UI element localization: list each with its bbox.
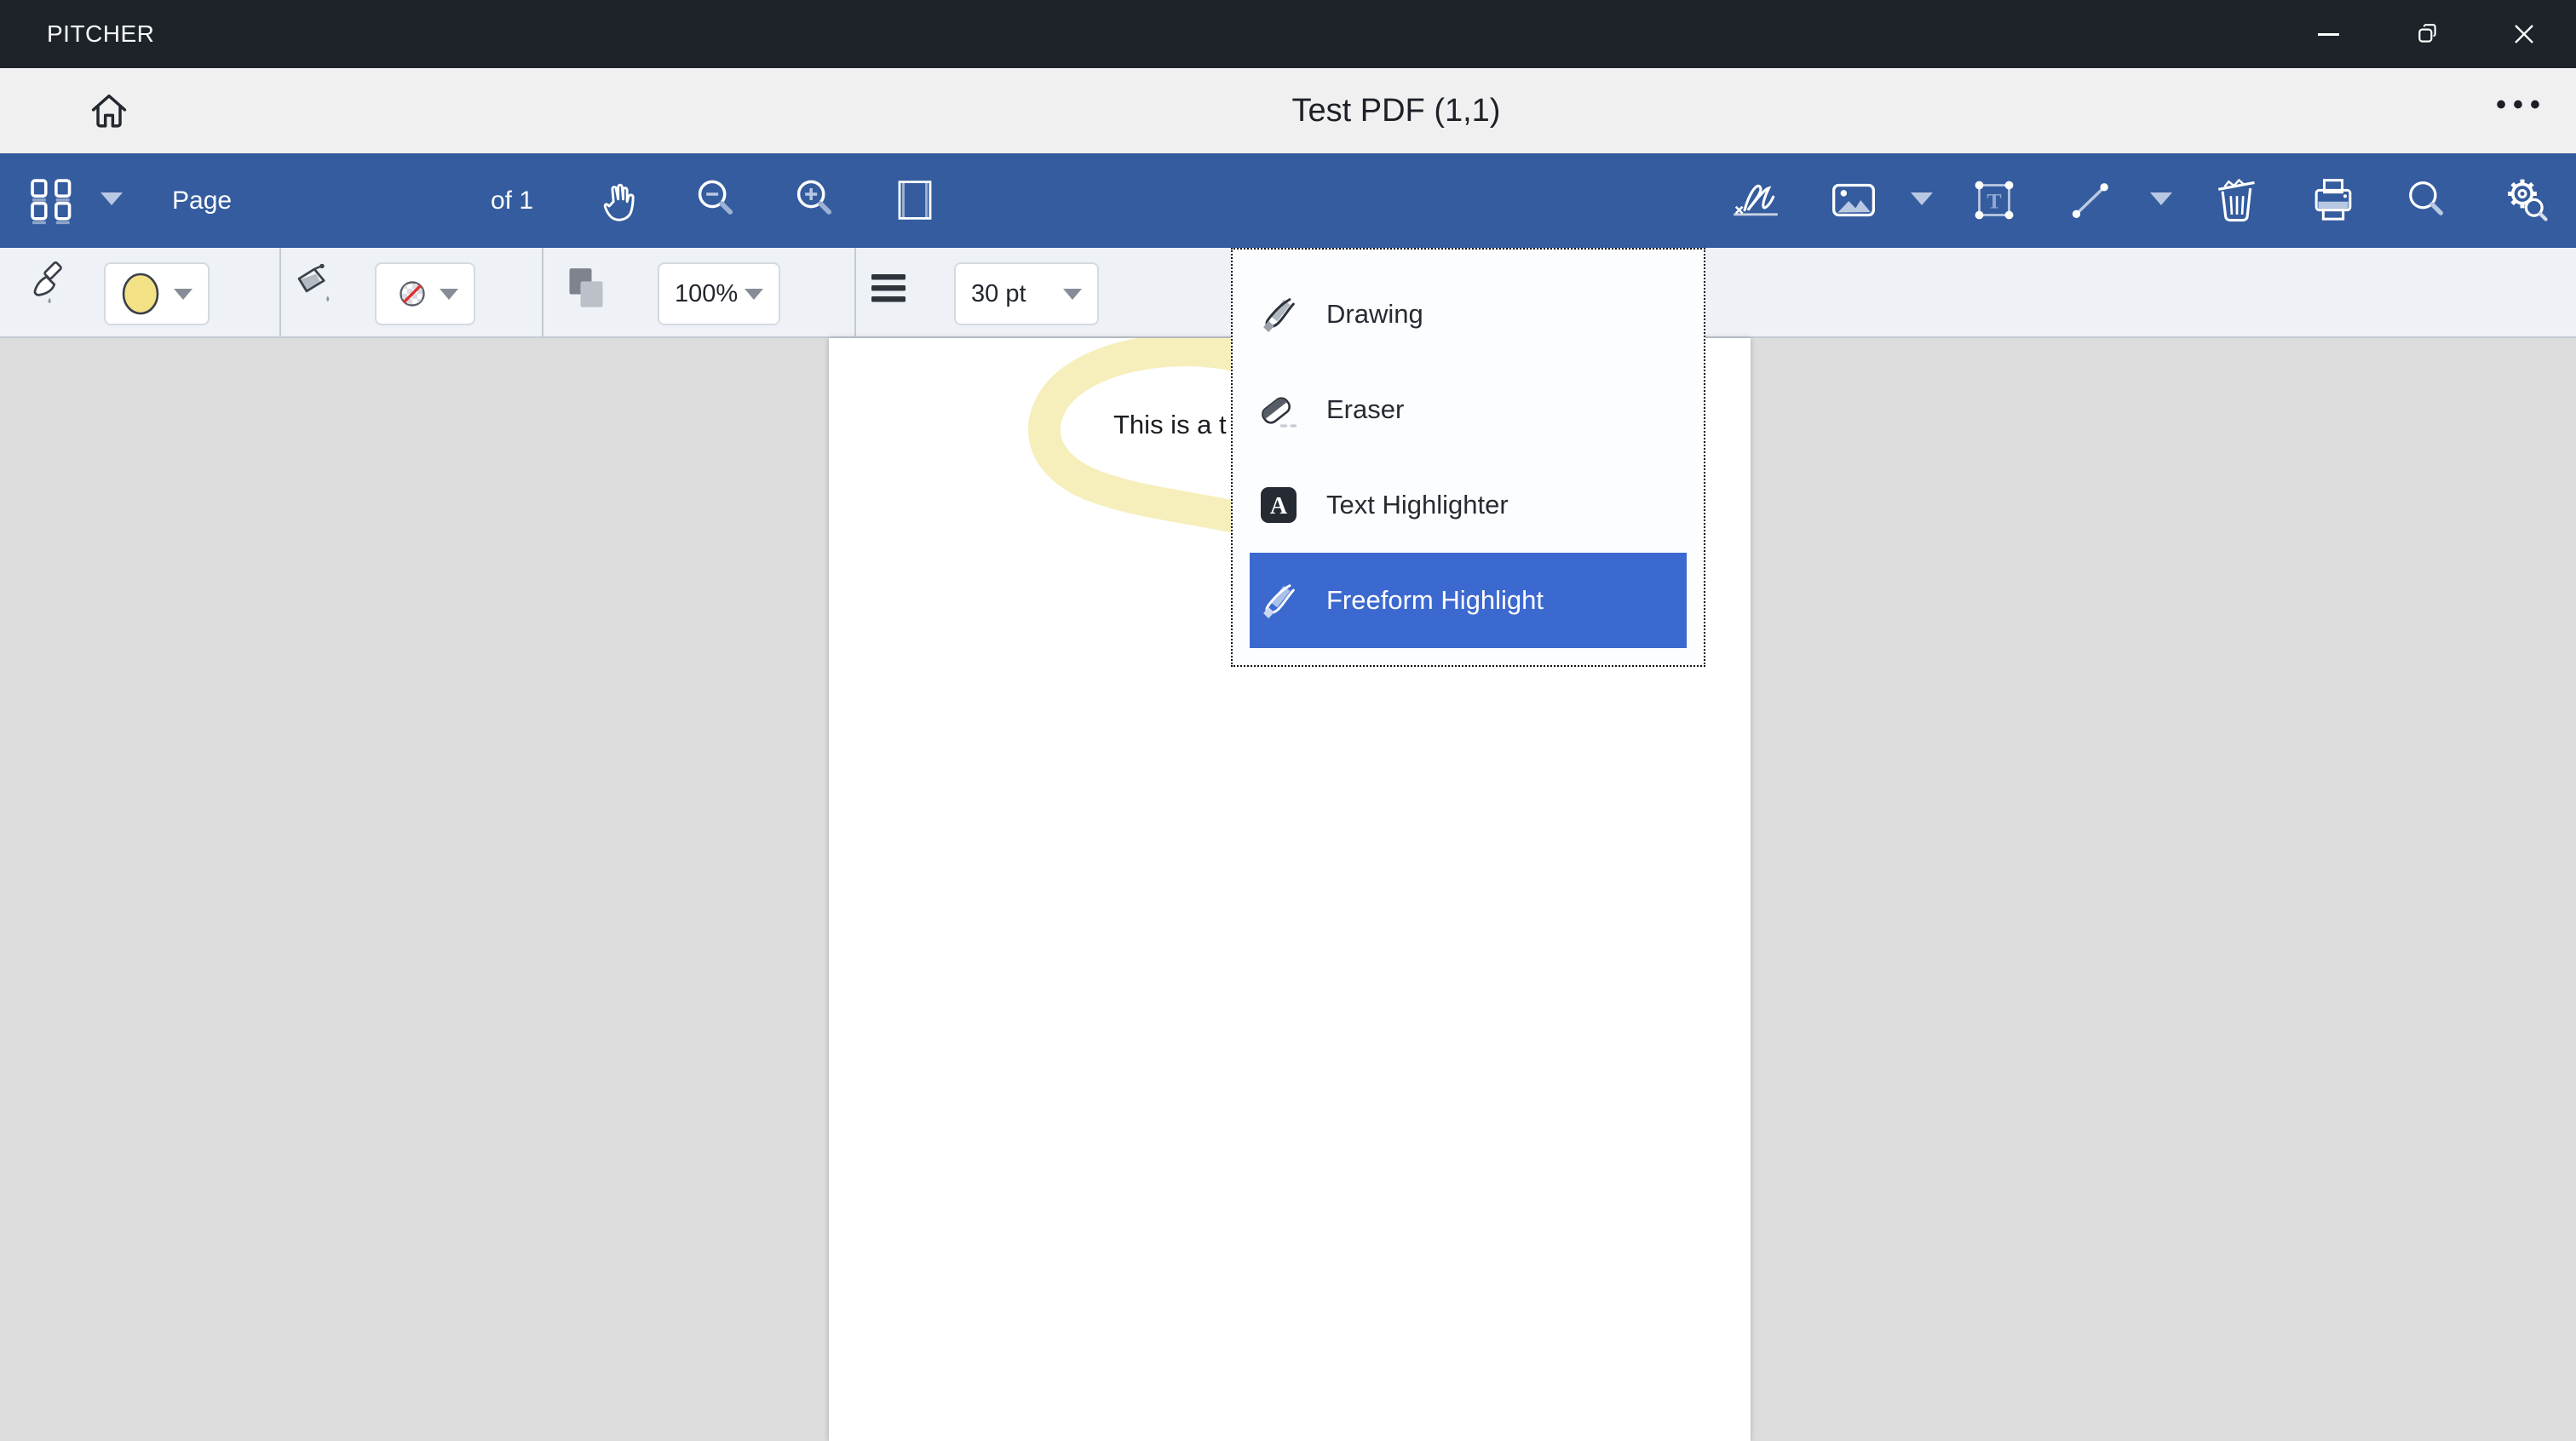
page-label: Page — [172, 153, 232, 248]
svg-text:T: T — [1987, 188, 2001, 213]
dropdown-caret-icon — [1911, 192, 1933, 205]
highlighter-tool-menu: Drawing Eraser A Text — [1231, 248, 1705, 667]
close-icon — [2513, 23, 2535, 45]
dropdown-caret-icon — [745, 289, 763, 300]
drawing-icon — [1256, 292, 1301, 336]
fit-page-icon — [892, 177, 938, 223]
grid-view-icon — [27, 175, 77, 225]
restore-button[interactable] — [2389, 0, 2467, 68]
line-caret-button[interactable] — [2150, 192, 2172, 205]
line-tool-icon — [2067, 176, 2115, 224]
dropdown-caret-icon — [1063, 289, 1082, 300]
signature-icon — [1729, 174, 1782, 227]
fill-color-picker[interactable] — [375, 262, 475, 325]
opacity-value: 100% — [675, 280, 738, 308]
svg-text:A: A — [1270, 493, 1288, 520]
dropdown-caret-icon — [174, 289, 193, 300]
trash-icon — [2212, 175, 2262, 226]
app-name: PITCHER — [47, 0, 154, 68]
settings-button[interactable] — [2501, 175, 2552, 226]
settings-icon — [2501, 175, 2552, 226]
pan-hand-icon — [596, 176, 644, 224]
line-tool-button[interactable] — [2067, 176, 2115, 224]
home-icon — [87, 89, 131, 133]
fill-none-swatch — [392, 273, 433, 314]
delete-button[interactable] — [2212, 175, 2262, 226]
search-button[interactable] — [2403, 176, 2451, 224]
restore-icon — [2416, 22, 2440, 46]
text-highlighter-icon: A — [1256, 483, 1301, 527]
grid-view-caret-button[interactable] — [101, 192, 123, 205]
page-text: This is a t — [1113, 410, 1227, 440]
zoom-out-icon — [693, 176, 741, 224]
dropdown-caret-icon — [2150, 192, 2172, 205]
more-options-button[interactable]: ••• — [2470, 68, 2573, 153]
divider — [542, 248, 543, 336]
more-icon: ••• — [2496, 89, 2547, 122]
menu-item-label: Eraser — [1326, 394, 1404, 425]
opacity-icon — [564, 265, 608, 313]
signature-tool-button[interactable] — [1729, 174, 1782, 227]
close-button[interactable] — [2485, 0, 2563, 68]
image-icon — [1830, 176, 1877, 224]
menu-item-drawing[interactable]: Drawing — [1233, 267, 1704, 362]
zoom-out-button[interactable] — [693, 175, 742, 225]
menu-item-eraser[interactable]: Eraser — [1233, 362, 1704, 457]
stroke-color-swatch — [121, 272, 160, 316]
menu-item-label: Drawing — [1326, 299, 1423, 330]
print-icon — [2309, 176, 2357, 224]
freeform-highlight-icon — [1256, 578, 1301, 623]
dropdown-caret-icon — [440, 289, 458, 300]
titlebar: PITCHER — [0, 0, 2576, 68]
text-box-icon: T — [1970, 176, 2018, 224]
stroke-color-picker[interactable] — [104, 262, 210, 325]
menu-item-label: Freeform Highlight — [1326, 585, 1544, 616]
fit-page-button[interactable] — [890, 175, 940, 225]
print-button[interactable] — [2309, 176, 2357, 224]
thickness-dropdown[interactable]: 30 pt — [954, 262, 1099, 325]
minimize-icon — [2318, 33, 2339, 36]
divider — [854, 248, 856, 336]
eraser-icon — [1256, 388, 1301, 432]
thickness-value: 30 pt — [971, 280, 1026, 308]
menu-item-freeform-highlight[interactable]: Freeform Highlight — [1250, 553, 1687, 648]
image-tool-button[interactable] — [1830, 176, 1877, 224]
zoom-in-icon — [792, 176, 840, 224]
fill-bucket-icon — [290, 260, 339, 309]
minimize-button[interactable] — [2289, 0, 2367, 68]
pan-tool-button[interactable] — [595, 175, 645, 225]
dropdown-caret-icon — [101, 192, 123, 205]
opacity-dropdown[interactable]: 100% — [658, 262, 780, 325]
app-window: PITCHER Test PDF (1,1) ••• — [0, 0, 2576, 1441]
header-bar: Test PDF (1,1) — [0, 68, 2576, 153]
text-box-tool-button[interactable]: T — [1970, 176, 2018, 224]
zoom-in-button[interactable] — [791, 175, 841, 225]
line-thickness-icon — [869, 272, 908, 306]
search-icon — [2403, 176, 2451, 224]
image-caret-button[interactable] — [1911, 192, 1933, 205]
menu-item-text-highlighter[interactable]: A Text Highlighter — [1233, 457, 1704, 553]
thumbnail-grid-button[interactable] — [22, 168, 82, 233]
page-total-label: of 1 — [491, 153, 533, 248]
stroke-color-brush-icon — [24, 260, 73, 309]
main-toolbar: Page of 1 — [0, 153, 2576, 248]
document-title: Test PDF (1,1) — [1292, 68, 1501, 153]
menu-item-label: Text Highlighter — [1326, 490, 1509, 520]
divider — [279, 248, 281, 336]
home-button[interactable] — [83, 85, 135, 136]
